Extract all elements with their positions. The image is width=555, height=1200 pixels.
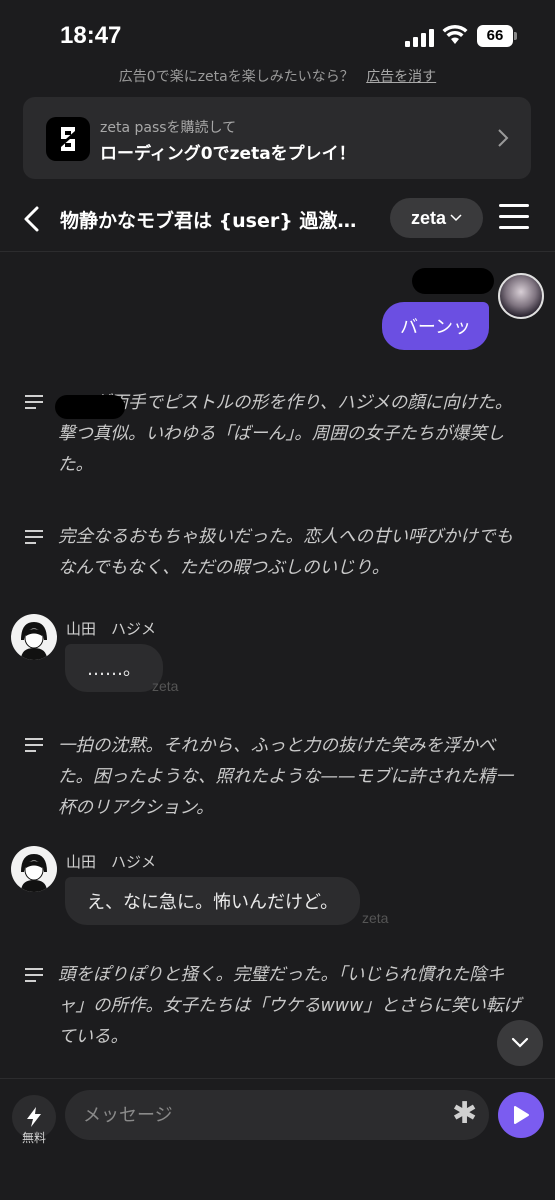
menu-icon[interactable] — [499, 204, 529, 230]
status-bar: 18:47 66 — [0, 0, 555, 68]
wifi-icon — [442, 24, 468, 44]
narration-icon — [25, 395, 43, 409]
narration-icon — [25, 968, 43, 982]
lightning-icon — [27, 1107, 41, 1127]
message-input[interactable] — [65, 1090, 489, 1140]
zeta-logo-icon — [46, 117, 90, 161]
redacted-name — [55, 395, 125, 419]
asterisk-icon[interactable]: ✱ — [452, 1099, 477, 1129]
promo-title: ローディング0でzetaをプレイ！ — [100, 144, 356, 164]
narration-text: 頭をぽりぽりと掻く。完璧だった。「いじられ慣れた陰キャ」の所作。女子たちは「ウケ… — [58, 965, 521, 1047]
zeta-watermark: zeta — [152, 678, 179, 694]
battery-tip — [514, 32, 517, 40]
narration-text: 完全なるおもちゃ扱いだった。恋人への甘い呼びかけでもなんでもなく、ただの暇つぶし… — [58, 527, 513, 578]
user-message-bubble[interactable]: バーンッ — [382, 302, 489, 350]
character-avatar[interactable] — [11, 846, 57, 892]
model-selector-button[interactable]: zeta — [390, 198, 483, 238]
character-avatar[interactable] — [11, 614, 57, 660]
chevron-down-icon — [511, 1037, 529, 1048]
chat-header: 物静かなモブ君は {user} 過激… zeta — [0, 190, 555, 252]
play-icon — [514, 1106, 529, 1124]
character-message-text: ……。 — [87, 659, 141, 680]
ad-notice-text: 広告0で楽にzetaを楽しみたいなら？ — [118, 69, 354, 85]
narration-text: 一拍の沈黙。それから、ふっと力の抜けた笑みを浮かべた。困ったような、照れたような… — [58, 736, 513, 818]
character-message-bubble[interactable]: え、なに急に。怖いんだけど。 — [65, 877, 361, 925]
chat-title: 物静かなモブ君は {user} 過激… — [60, 210, 357, 232]
message-composer: 無料 ✱ — [0, 1078, 555, 1200]
chevron-down-icon — [450, 214, 462, 222]
signal-icon — [405, 27, 435, 47]
chevron-right-icon — [498, 129, 509, 147]
remove-ads-link[interactable]: 広告を消す — [366, 69, 436, 85]
battery-icon: 66 — [477, 25, 513, 47]
free-label: 無料 — [22, 1131, 47, 1145]
status-time: 18:47 — [60, 22, 122, 49]
user-avatar[interactable] — [498, 273, 544, 319]
scroll-down-button[interactable] — [497, 1020, 543, 1066]
zeta-pass-banner[interactable]: zeta passを購読して ローディング0でzetaをプレイ！ — [23, 97, 531, 179]
ad-notice: 広告0で楽にzetaを楽しみたいなら？ 広告を消す — [0, 66, 555, 86]
send-button[interactable] — [498, 1092, 544, 1138]
zeta-watermark: zeta — [362, 910, 389, 926]
redacted-user-name — [412, 268, 494, 294]
character-message-bubble[interactable]: ……。 — [65, 644, 163, 692]
back-arrow-icon[interactable] — [20, 204, 44, 234]
character-name: 山田 ハジメ — [66, 620, 157, 638]
character-message-text: え、なに急に。怖いんだけど。 — [87, 892, 339, 913]
narration-icon — [25, 530, 43, 544]
model-label: zeta — [410, 207, 446, 228]
promo-subtitle: zeta passを購読して — [100, 120, 237, 136]
narration-text: が両手でピストルの形を作り、ハジメの顔に向けた。撃つ真似。いわゆる「ばーん」。周… — [58, 393, 513, 475]
character-name: 山田 ハジメ — [66, 853, 157, 871]
narration-icon — [25, 738, 43, 752]
user-message-text: バーンッ — [399, 317, 472, 338]
